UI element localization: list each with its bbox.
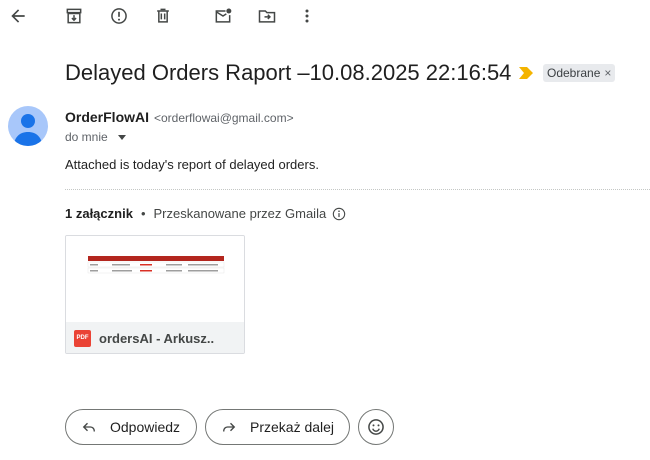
- attachment-count: 1 załącznik: [65, 206, 133, 221]
- inbox-label-chip: Odebrane ×: [543, 64, 616, 82]
- attachment-thumbnail: [66, 236, 244, 322]
- forward-label: Przekaż dalej: [250, 419, 335, 435]
- divider: [65, 189, 650, 190]
- recipient-label: do mnie: [65, 130, 108, 144]
- inbox-label-text: Odebrane: [547, 66, 601, 80]
- attachment-filename: ordersAI - Arkusz...: [99, 330, 214, 346]
- attachments-header: 1 załącznik • Przeskanowane przez Gmaila: [65, 206, 346, 221]
- info-icon[interactable]: [332, 207, 346, 221]
- email-subject: Delayed Orders Raport –10.08.2025 22:16:…: [65, 60, 512, 85]
- more-options-icon[interactable]: [295, 4, 319, 28]
- pdf-file-icon: PDF: [74, 329, 91, 347]
- remove-label-button[interactable]: ×: [604, 64, 611, 82]
- delete-icon[interactable]: [151, 4, 175, 28]
- mark-unread-icon[interactable]: [211, 4, 235, 28]
- importance-marker-icon[interactable]: [519, 67, 533, 79]
- avatar[interactable]: [8, 106, 48, 146]
- forward-icon: [223, 422, 236, 432]
- reply-label: Odpowiedz: [110, 419, 181, 435]
- report-spam-icon[interactable]: [107, 4, 131, 28]
- separator-dot: •: [140, 206, 146, 221]
- forward-button[interactable]: Przekaż dalej: [205, 409, 350, 445]
- archive-icon[interactable]: [62, 4, 86, 28]
- attachment-card[interactable]: PDF ordersAI - Arkusz...: [65, 235, 245, 354]
- sender-name[interactable]: OrderFlowAI: [65, 109, 149, 125]
- toolbar: [0, 0, 650, 32]
- reply-button[interactable]: Odpowiedz: [65, 409, 197, 445]
- emoji-reaction-button[interactable]: [358, 409, 394, 445]
- back-arrow-icon[interactable]: [6, 4, 30, 28]
- sender-email: <orderflowai@gmail.com>: [154, 111, 294, 125]
- move-to-icon[interactable]: [255, 4, 279, 28]
- email-body: Attached is today's report of delayed or…: [65, 157, 319, 172]
- attachment-footer: PDF ordersAI - Arkusz...: [66, 322, 244, 353]
- chevron-down-icon: [117, 134, 126, 140]
- reply-icon: [82, 422, 95, 432]
- smiley-icon: [368, 419, 384, 435]
- person-icon: [14, 114, 42, 146]
- recipient-details-toggle[interactable]: do mnie: [65, 130, 126, 144]
- spreadsheet-preview-image: [87, 256, 225, 274]
- scan-status: Przeskanowane przez Gmaila: [153, 206, 327, 221]
